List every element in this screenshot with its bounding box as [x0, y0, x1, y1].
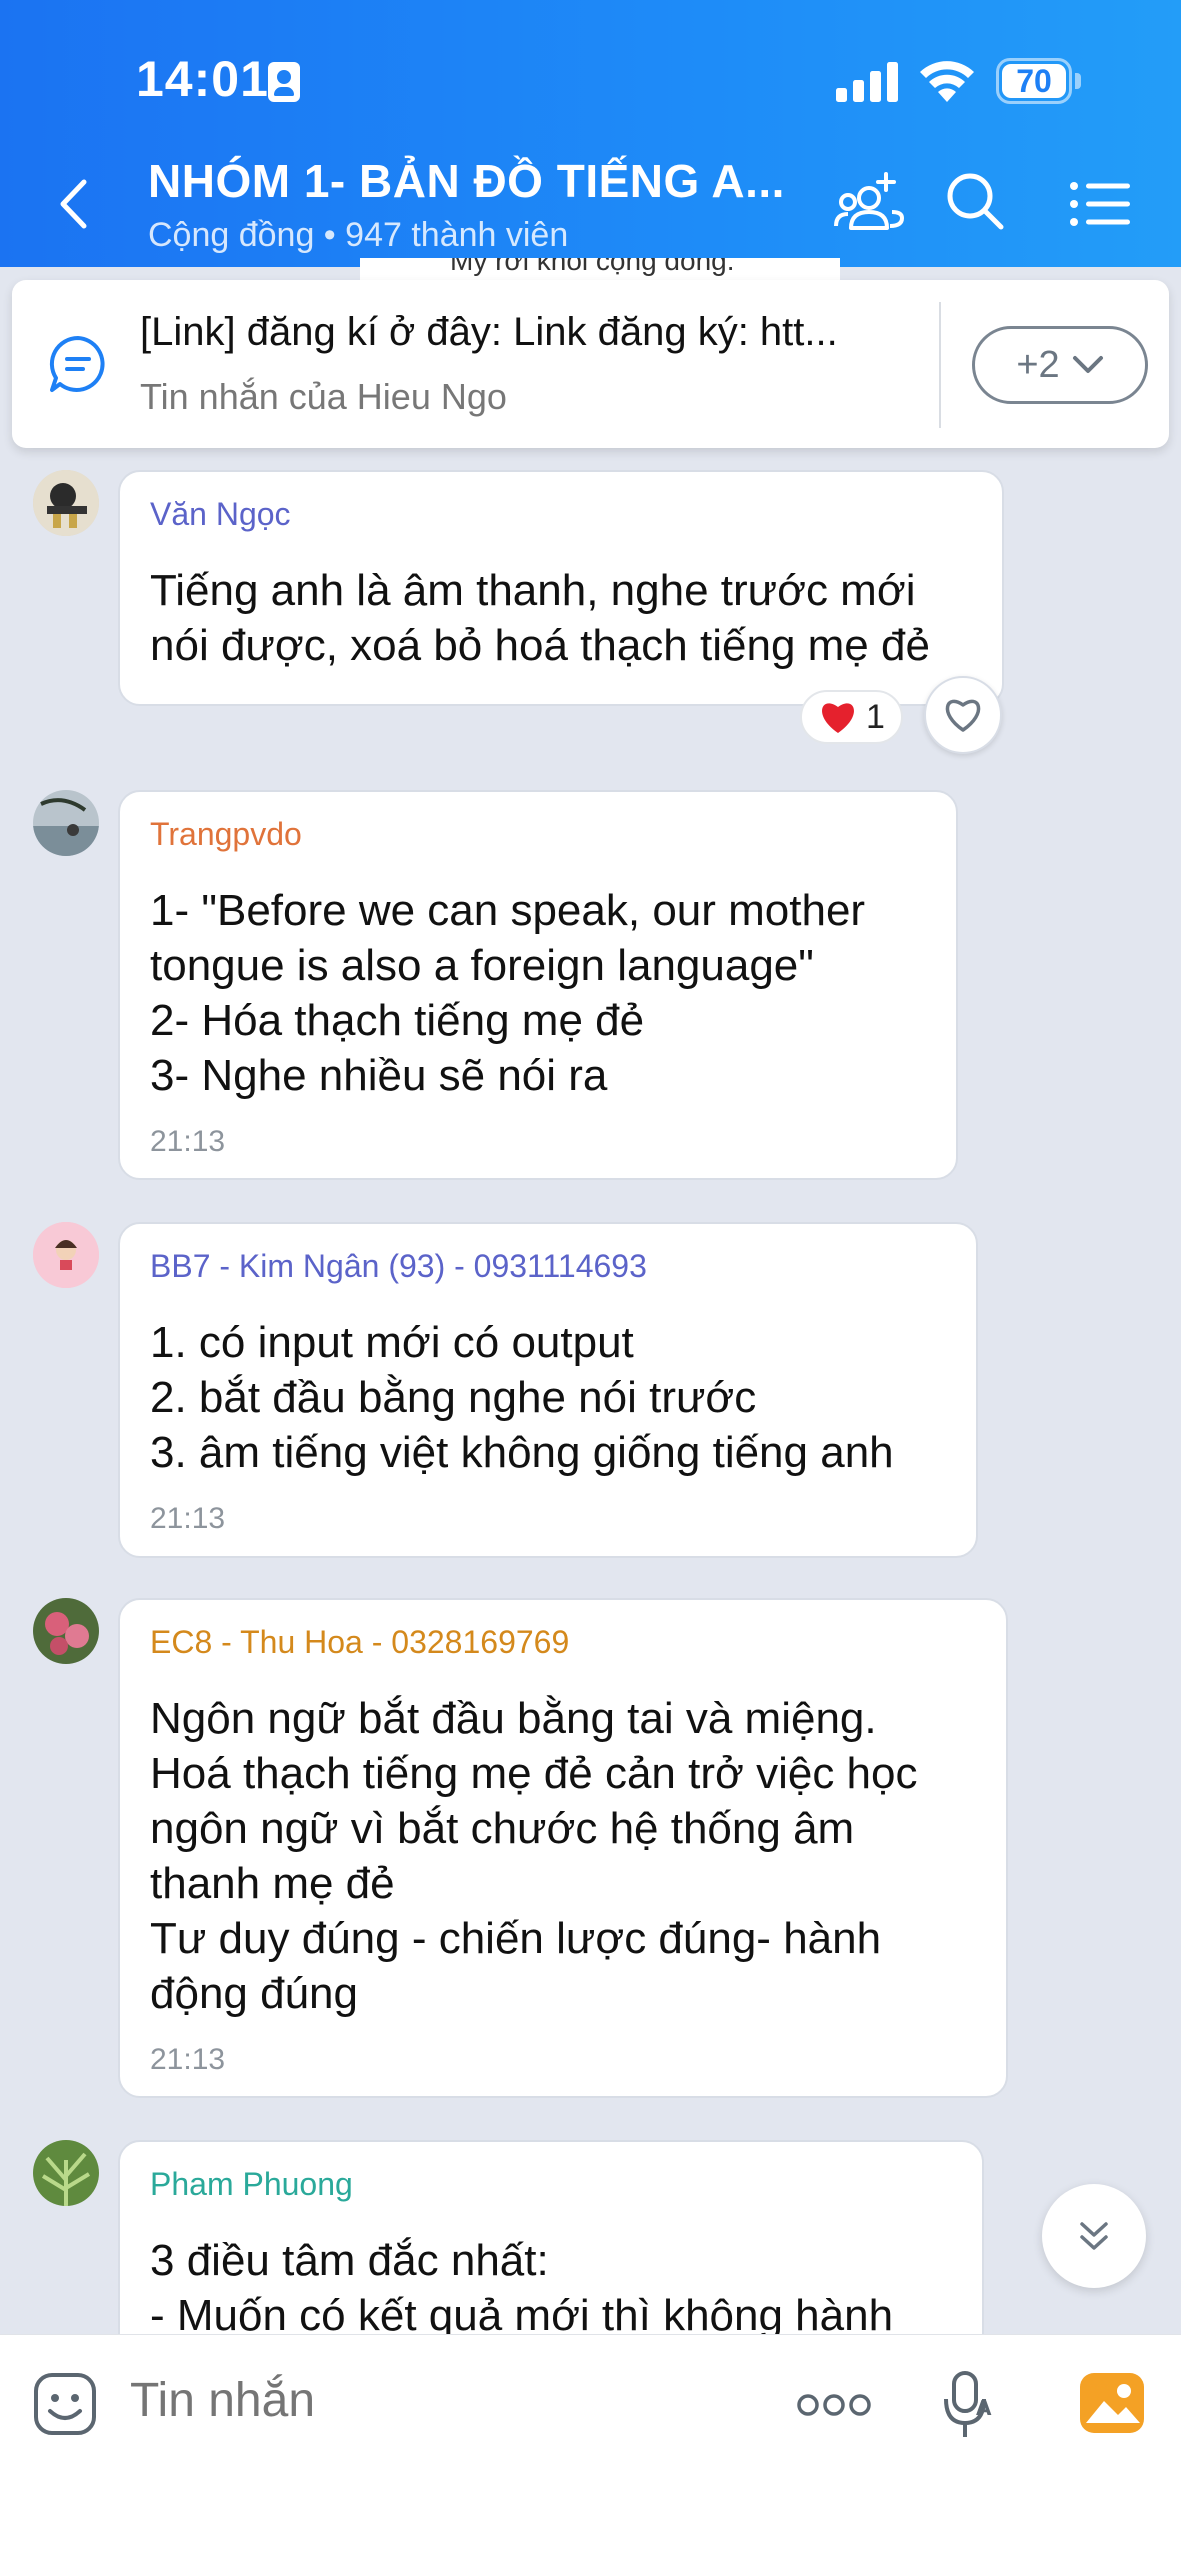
- reaction-badge[interactable]: 1: [800, 690, 903, 744]
- message-text: Ngôn ngữ bắt đầu bằng tai và miệng. Hoá …: [150, 1694, 918, 2018]
- battery-level: 70: [1002, 64, 1066, 98]
- back-icon[interactable]: [58, 178, 88, 230]
- signal-icon: [836, 62, 898, 102]
- photo-gallery-icon[interactable]: [1078, 2371, 1146, 2435]
- double-chevron-down-icon: [1080, 2222, 1108, 2250]
- group-title[interactable]: NHÓM 1- BẢN ĐỒ TIẾNG A...: [148, 154, 785, 208]
- message-text: Tiếng anh là âm thanh, nghe trước mới nó…: [150, 566, 930, 670]
- pinned-message-bar[interactable]: [Link] đăng kí ở đây: Link đăng ký: htt.…: [12, 280, 1169, 448]
- sender-name[interactable]: EC8 - Thu Hoa - 0328169769: [150, 1624, 976, 1661]
- id-card-icon: [268, 62, 300, 102]
- message-input-bar: A: [0, 2334, 1181, 2560]
- react-button[interactable]: [924, 676, 1002, 754]
- sticker-icon[interactable]: [32, 2371, 98, 2437]
- reaction-count: 1: [866, 697, 885, 736]
- avatar-image: [33, 790, 99, 856]
- avatar-image: [33, 2140, 99, 2206]
- group-subtitle[interactable]: Cộng đồng • 947 thành viên: [148, 216, 568, 255]
- more-options-icon[interactable]: [796, 2393, 872, 2417]
- avatar[interactable]: [33, 1598, 99, 1664]
- add-member-icon[interactable]: [834, 170, 904, 236]
- heart-icon: [822, 703, 854, 733]
- message-bubble[interactable]: EC8 - Thu Hoa - 0328169769 Ngôn ngữ bắt …: [118, 1598, 1008, 2098]
- menu-list-icon[interactable]: [1070, 182, 1130, 226]
- sender-name[interactable]: BB7 - Kim Ngân (93) - 0931114693: [150, 1248, 946, 1285]
- avatar-image: [33, 470, 99, 536]
- pinned-more-button[interactable]: +2: [972, 326, 1148, 404]
- message-bubble[interactable]: Văn Ngọc Tiếng anh là âm thanh, nghe trư…: [118, 470, 1004, 706]
- avatar-image: [33, 1598, 99, 1664]
- chat-header: 14:01 70 NHÓM 1- BẢN ĐỒ TIẾNG A... Cộng …: [0, 0, 1181, 267]
- pinned-more-label: +2: [1016, 343, 1060, 386]
- divider: [939, 302, 941, 428]
- search-icon[interactable]: [944, 170, 1006, 232]
- avatar[interactable]: [33, 1222, 99, 1288]
- voice-to-text-icon[interactable]: A: [940, 2369, 996, 2441]
- scroll-to-bottom-button[interactable]: [1042, 2184, 1146, 2288]
- message-bubble[interactable]: BB7 - Kim Ngân (93) - 0931114693 1. có i…: [118, 1222, 978, 1558]
- chevron-down-icon: [1072, 356, 1103, 373]
- message-input[interactable]: [130, 2373, 650, 2428]
- svg-text:A: A: [976, 2396, 992, 2420]
- sender-name[interactable]: Pham Phuong: [150, 2166, 952, 2203]
- avatar-image: [33, 1222, 99, 1288]
- system-message-peek: My rời khỏi cộng đồng.: [360, 258, 840, 280]
- pinned-title: [Link] đăng kí ở đây: Link đăng ký: htt.…: [140, 310, 838, 354]
- wifi-icon: [920, 61, 974, 102]
- message-text: 3 điều tâm đắc nhất: - Muốn có kết quả m…: [150, 2236, 894, 2340]
- heart-outline-icon: [945, 699, 981, 732]
- message-text: 1- "Before we can speak, our mother tong…: [150, 886, 866, 1100]
- message-bubble[interactable]: Trangpvdo 1- "Before we can speak, our m…: [118, 790, 958, 1180]
- avatar[interactable]: [33, 2140, 99, 2206]
- avatar[interactable]: [33, 470, 99, 536]
- sender-name[interactable]: Văn Ngọc: [150, 496, 972, 533]
- message-time: 21:13: [150, 1125, 226, 1158]
- message-text: 1. có input mới có output 2. bắt đầu bằn…: [150, 1318, 894, 1477]
- status-time: 14:01: [136, 51, 269, 107]
- battery-icon: 70: [996, 58, 1081, 104]
- message-time: 21:13: [150, 2043, 226, 2076]
- chat-bubble-icon: [49, 335, 105, 392]
- message-time: 21:13: [150, 1502, 226, 1535]
- sender-name[interactable]: Trangpvdo: [150, 816, 926, 853]
- pinned-subtitle: Tin nhắn của Hieu Ngo: [140, 376, 507, 417]
- avatar[interactable]: [33, 790, 99, 856]
